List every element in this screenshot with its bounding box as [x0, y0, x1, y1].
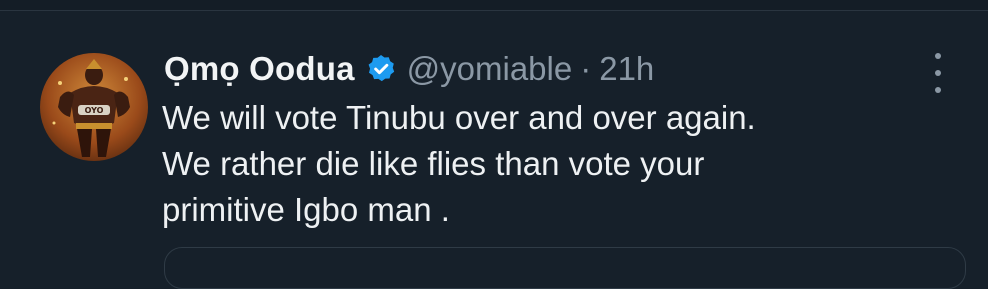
- more-options-icon[interactable]: [926, 53, 950, 93]
- author-handle[interactable]: @yomiable: [407, 50, 573, 88]
- warrior-avatar-icon: OYO: [52, 59, 130, 157]
- svg-text:OYO: OYO: [85, 106, 104, 115]
- header-separator: ·: [580, 50, 592, 87]
- tweet-header: Ọmọ Oodua @yomiable · 21h: [164, 41, 654, 97]
- avatar[interactable]: OYO: [40, 53, 148, 161]
- verified-badge-icon: [365, 53, 397, 85]
- more-dot: [935, 87, 941, 93]
- more-dot: [935, 53, 941, 59]
- tweet-card[interactable]: OYO Ọmọ Oodua @yomiable · 21h We will vo…: [0, 11, 988, 289]
- tweet-timestamp[interactable]: 21h: [599, 50, 654, 88]
- more-dot: [935, 70, 941, 76]
- media-card-edge[interactable]: [164, 247, 966, 289]
- display-name[interactable]: Ọmọ Oodua: [164, 50, 355, 88]
- tweet-text: We will vote Tinubu over and over again.…: [162, 99, 756, 228]
- top-divider: [0, 0, 988, 11]
